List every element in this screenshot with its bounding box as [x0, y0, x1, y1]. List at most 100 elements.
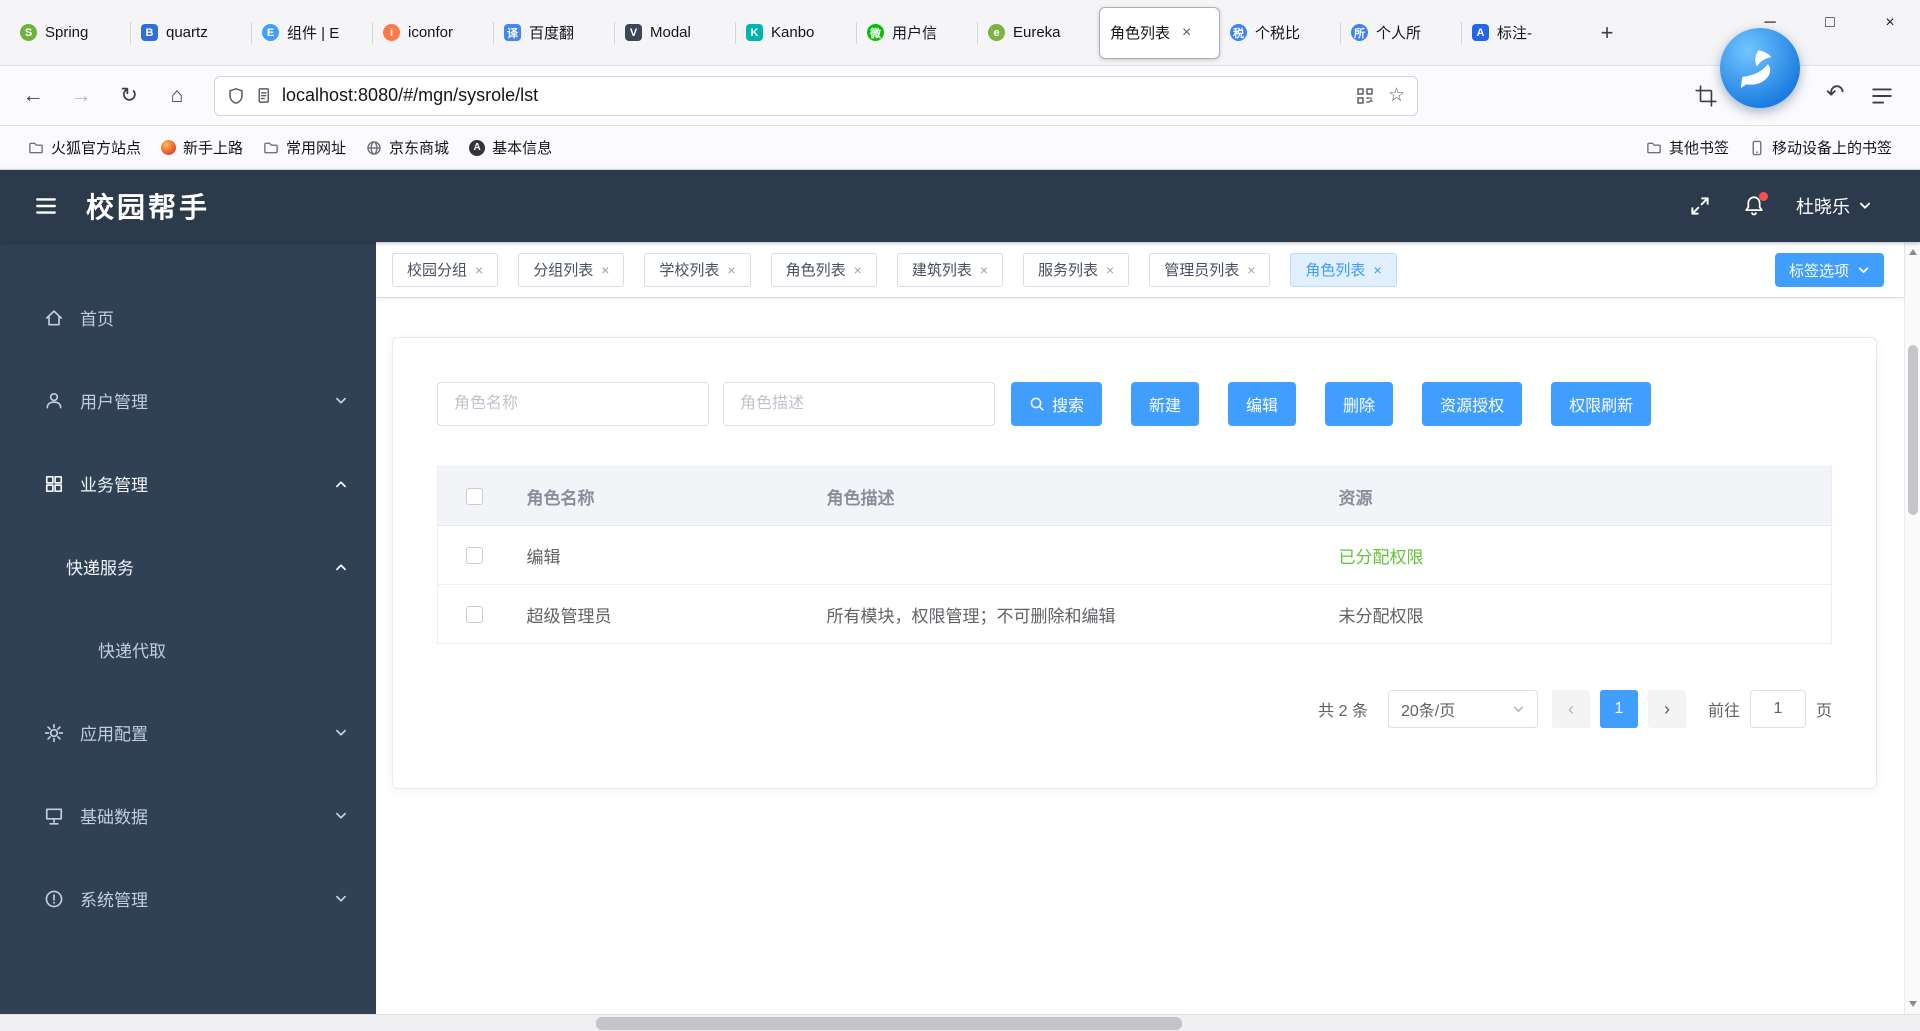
tag-campus-group[interactable]: 校园分组 × [392, 252, 499, 287]
refresh-permission-button[interactable]: 权限刷新 [1551, 382, 1652, 426]
browser-tab-bar: S Spring B quartz E 组件 | E i iconfor 译 百… [0, 0, 1920, 66]
tab-close-icon[interactable]: × [1182, 24, 1191, 42]
maximize-button[interactable]: □ [1800, 0, 1860, 46]
browser-tab-kanboard[interactable]: K Kanbo [735, 8, 857, 58]
sidebar-item-system-management[interactable]: 系统管理 [0, 857, 376, 940]
bookmark-mobile-folder[interactable]: 移动设备上的书签 [1739, 133, 1902, 163]
bookmark-getting-started[interactable]: 新手上路 [151, 133, 253, 163]
next-page-button[interactable]: › [1647, 690, 1686, 728]
bookmark-basic-info[interactable]: A 基本信息 [459, 133, 562, 163]
tag-close-icon[interactable]: × [1373, 262, 1381, 278]
table-row[interactable]: 编辑 已分配权限 [437, 525, 1832, 585]
bookmark-common-sites[interactable]: 常用网址 [253, 133, 356, 163]
scroll-down-arrow[interactable] [1905, 996, 1920, 1012]
tag-building-list[interactable]: 建筑列表 × [896, 252, 1004, 287]
phone-icon [1752, 140, 1762, 155]
bookmark-label: 京东商城 [389, 140, 450, 157]
address-bar[interactable]: localhost:8080/#/mgn/sysrole/lst ☆ [214, 75, 1418, 116]
sidebar-item-app-config[interactable]: 应用配置 [0, 691, 376, 774]
bell-icon[interactable] [1742, 192, 1768, 218]
sidebar-item-express-pickup[interactable]: 快递代取 [0, 608, 376, 691]
tag-close-icon[interactable]: × [601, 262, 609, 278]
close-button[interactable]: × [1860, 0, 1920, 46]
horizontal-scrollbar[interactable] [0, 1014, 1920, 1031]
search-button[interactable]: 搜索 [1011, 382, 1103, 426]
fullscreen-icon[interactable] [1688, 194, 1712, 218]
forward-button[interactable]: → [62, 77, 100, 115]
row-checkbox[interactable] [465, 547, 483, 565]
new-tab-button[interactable]: + [1589, 15, 1625, 51]
blue-bird-logo[interactable] [1720, 28, 1800, 108]
tag-close-icon[interactable]: × [1247, 262, 1255, 278]
role-desc-input[interactable] [723, 382, 995, 426]
scroll-up-arrow[interactable] [1905, 244, 1920, 260]
tag-close-icon[interactable]: × [854, 262, 862, 278]
sidebar-item-home[interactable]: 首页 [0, 276, 376, 359]
select-all-checkbox[interactable] [465, 488, 483, 506]
sidebar-item-business-management[interactable]: 业务管理 [0, 442, 376, 525]
delete-button[interactable]: 删除 [1325, 382, 1394, 426]
cell-resource: 已分配权限 [1322, 525, 1832, 585]
row-checkbox[interactable] [465, 606, 483, 624]
tag-role-list[interactable]: 角色列表 × [770, 252, 877, 287]
kanboard-icon: K [746, 24, 763, 41]
page-unit-label: 页 [1815, 703, 1832, 720]
tag-group-list[interactable]: 分组列表 × [518, 252, 625, 287]
authorize-button[interactable]: 资源授权 [1422, 382, 1523, 426]
create-button[interactable]: 新建 [1131, 382, 1200, 426]
vertical-scrollbar-thumb[interactable] [1908, 345, 1918, 515]
sidebar-item-express-service[interactable]: 快递服务 [0, 525, 376, 608]
prev-page-button[interactable]: ‹ [1551, 690, 1590, 728]
back-button[interactable]: ← [14, 77, 52, 115]
tag-service-list[interactable]: 服务列表 × [1023, 252, 1130, 287]
browser-tab-annotate[interactable]: A 标注- [1461, 8, 1583, 58]
browser-tab-baidu-translate[interactable]: 译 百度翻 [493, 8, 615, 58]
screenshot-crop-icon[interactable] [1694, 84, 1718, 108]
browser-tab-personal-tax[interactable]: 所 个人所 [1340, 8, 1462, 58]
bookmark-jd[interactable]: 京东商城 [356, 133, 459, 163]
sidebar-item-base-data[interactable]: 基础数据 [0, 774, 376, 857]
tag-school-list[interactable]: 学校列表 × [644, 252, 751, 287]
browser-tab-tax[interactable]: 税 个税比 [1220, 8, 1341, 58]
browser-tab-modal[interactable]: V Modal [614, 8, 736, 58]
menu-toggle-button[interactable] [34, 194, 58, 218]
browser-tab-quartz[interactable]: B quartz [130, 8, 252, 58]
tag-role-list-active[interactable]: 角色列表 × [1290, 252, 1397, 287]
page-size-select[interactable]: 20条/页 [1387, 690, 1538, 728]
horizontal-scrollbar-thumb[interactable] [596, 1017, 1182, 1030]
current-page-button[interactable]: 1 [1599, 690, 1638, 728]
table-row[interactable]: 超级管理员 所有模块，权限管理；不可删除和编辑 未分配权限 [437, 584, 1832, 644]
home-button[interactable]: ⌂ [158, 77, 196, 115]
browser-tab-eureka[interactable]: e Eureka [977, 8, 1099, 58]
bookmark-label: 常用网址 [286, 140, 347, 157]
reader-lines-icon[interactable] [1870, 84, 1894, 108]
bookmark-other-folder[interactable]: 其他书签 [1636, 133, 1739, 163]
bookmark-star-icon[interactable]: ☆ [1388, 84, 1405, 107]
browser-tab-iconfont[interactable]: i iconfor [372, 8, 494, 58]
cell-role-name: 编辑 [510, 525, 811, 585]
chevron-down-icon [1858, 266, 1869, 273]
vertical-scrollbar[interactable] [1904, 242, 1920, 1014]
user-menu[interactable]: 杜晓乐 [1796, 193, 1872, 219]
qr-code-icon[interactable] [1356, 87, 1374, 105]
bookmark-firefox-official[interactable]: 火狐官方站点 [18, 133, 151, 163]
tag-close-icon[interactable]: × [475, 262, 483, 278]
tag-close-icon[interactable]: × [1106, 262, 1114, 278]
undo-icon[interactable]: ↶ [1826, 80, 1844, 106]
app-header: 校园帮手 杜晓乐 [0, 170, 1920, 242]
reload-button[interactable]: ↻ [110, 77, 148, 115]
tag-admin-list[interactable]: 管理员列表 × [1149, 252, 1271, 287]
sidebar-item-user-management[interactable]: 用户管理 [0, 359, 376, 442]
browser-tab-spring[interactable]: S Spring [10, 8, 131, 58]
browser-tab-role-list-active[interactable]: 角色列表 × [1099, 6, 1220, 59]
tag-close-icon[interactable]: × [980, 262, 988, 278]
goto-page-input[interactable] [1749, 690, 1806, 728]
browser-tab-wechat[interactable]: 微 用户信 [856, 8, 978, 58]
role-name-input[interactable] [437, 382, 709, 426]
tag-label: 学校列表 [659, 262, 720, 279]
edit-button[interactable]: 编辑 [1228, 382, 1297, 426]
tag-close-icon[interactable]: × [727, 262, 735, 278]
browser-tab-element[interactable]: E 组件 | E [251, 8, 373, 58]
tags-options-button[interactable]: 标签选项 [1774, 253, 1884, 287]
tab-strip: S Spring B quartz E 组件 | E i iconfor 译 百… [10, 0, 1625, 65]
